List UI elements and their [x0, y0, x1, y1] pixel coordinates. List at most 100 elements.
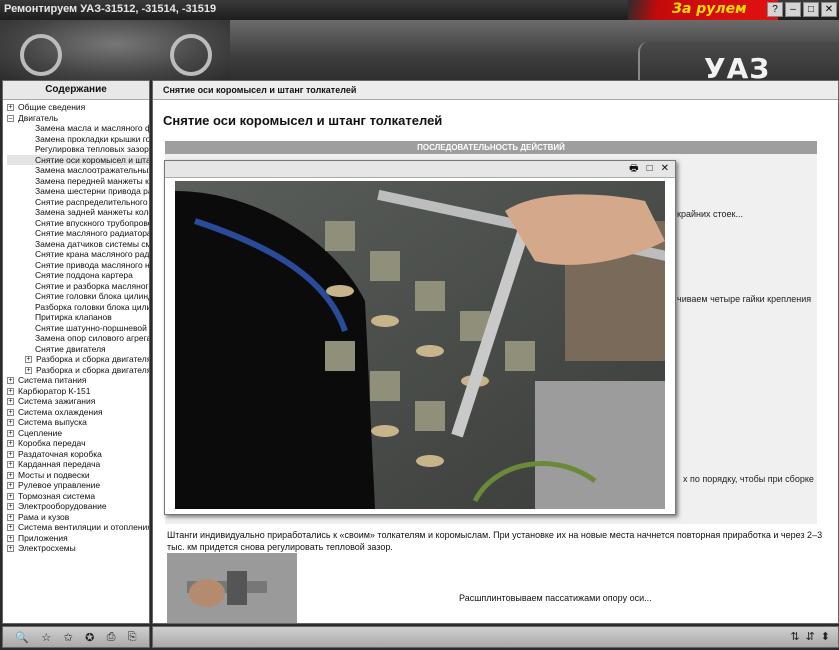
tree-item-label: Снятие и разборка масляного насоса	[35, 280, 149, 291]
scroll-up-icon[interactable]: ⇅	[790, 630, 799, 643]
tree-item-label: Замена передней манжеты коленвала	[35, 175, 149, 186]
tree-item[interactable]: – Двигатель	[7, 113, 149, 124]
step-photo-thumbnail[interactable]	[167, 553, 297, 623]
tree-item-label: Карбюратор К-151	[18, 385, 91, 396]
tree-item[interactable]: Снятие масляного радиатора	[7, 228, 149, 239]
tree-item-label: Снятие шатунно-поршневой группы	[35, 322, 149, 333]
tree-item[interactable]: Снятие головки блока цилиндров	[7, 291, 149, 302]
expand-icon[interactable]: +	[7, 534, 14, 542]
tree-item[interactable]: + Раздаточная коробка	[7, 449, 149, 460]
tree-item[interactable]: Снятие крана масляного радиатора	[7, 249, 149, 260]
right-toolbar: ⇅ ⇵ ⬍	[152, 626, 839, 648]
search-icon[interactable]: 🔍	[15, 631, 29, 644]
tree-item[interactable]: + Сцепление	[7, 428, 149, 439]
tree-item[interactable]: Замена опор силового агрегата	[7, 333, 149, 344]
tree-item[interactable]: + Разборка и сборка двигателя ЗМЗ	[7, 365, 149, 376]
expand-icon[interactable]: +	[7, 450, 14, 458]
expand-icon[interactable]: +	[7, 398, 14, 406]
tree-item[interactable]: + Приложения	[7, 533, 149, 544]
tree-item-label: Снятие оси коромысел и штанг толкателей	[35, 154, 149, 165]
expand-icon[interactable]: +	[25, 356, 32, 364]
tree-item[interactable]: Замена масла и масляного фильтра	[7, 123, 149, 134]
tree-item-label: Карданная передача	[18, 459, 101, 469]
tree-item[interactable]: Снятие оси коромысел и штанг толкателей	[7, 154, 149, 165]
minimize-button[interactable]: –	[785, 2, 801, 17]
tree-item-label: Сцепление	[18, 427, 63, 438]
tree-item[interactable]: Замена передней манжеты коленвала	[7, 176, 149, 187]
expand-icon[interactable]: +	[7, 482, 14, 490]
tree-item[interactable]: + Карбюратор К-151	[7, 386, 149, 397]
tree-item[interactable]: Замена шестерни привода распредвала	[7, 186, 149, 197]
tree-item[interactable]: + Система выпуска	[7, 417, 149, 428]
step-text-2: чиваем четыре гайки крепления	[677, 294, 812, 304]
expand-icon[interactable]: +	[7, 503, 14, 511]
tree-item[interactable]: + Карданная передача	[7, 459, 149, 470]
tree-item[interactable]: + Система питания	[7, 375, 149, 386]
expand-icon[interactable]: +	[7, 408, 14, 416]
tree-item[interactable]: + Электросхемы	[7, 543, 149, 554]
expand-icon[interactable]: +	[7, 492, 14, 500]
tree-item[interactable]: + Тормозная система	[7, 491, 149, 502]
tree-item[interactable]: + Рулевое управление	[7, 480, 149, 491]
tree-item[interactable]: Замена маслоотражательных колпачков	[7, 165, 149, 176]
tree-item[interactable]: Снятие и разборка масляного насоса	[7, 281, 149, 292]
collapse-icon[interactable]: –	[7, 114, 14, 122]
window-title: Ремонтируем УАЗ-31512, -31514, -31519	[4, 3, 217, 15]
tree-item[interactable]: Снятие шатунно-поршневой группы	[7, 323, 149, 334]
expand-icon[interactable]: +	[7, 461, 14, 469]
tree-item-label: Регулировка тепловых зазоров в	[35, 144, 149, 154]
tree-item[interactable]: Снятие впускного трубопровода и	[7, 218, 149, 229]
bookmark-icon[interactable]: ☆	[41, 631, 51, 644]
tree-item[interactable]: Замена датчиков системы смазки	[7, 239, 149, 250]
tree-item[interactable]: + Система охлаждения	[7, 407, 149, 418]
tree-item[interactable]: + Электрооборудование	[7, 501, 149, 512]
expand-icon[interactable]: +	[7, 429, 14, 437]
tree-item[interactable]: Замена задней манжеты коленвала	[7, 207, 149, 218]
tree-item[interactable]: Регулировка тепловых зазоров в	[7, 144, 149, 155]
expand-icon[interactable]: +	[7, 545, 14, 553]
tree-item[interactable]: + Система зажигания	[7, 396, 149, 407]
expand-icon[interactable]: +	[7, 419, 14, 427]
tree-item[interactable]: Разборка головки блока цилиндров	[7, 302, 149, 313]
maximize-icon[interactable]: □	[647, 163, 653, 175]
tree-item-label: Система выпуска	[18, 417, 87, 427]
tree-item[interactable]: Снятие распределительного вала	[7, 197, 149, 208]
tree-item-label: Рулевое управление	[18, 480, 101, 490]
tree-item[interactable]: + Разборка и сборка двигателя УМЗ	[7, 354, 149, 365]
tree-item-label: Снятие масляного радиатора	[35, 228, 149, 238]
expand-icon[interactable]: +	[7, 104, 14, 112]
close-icon[interactable]: ✕	[661, 163, 669, 175]
print-icon[interactable]: ⎙	[107, 631, 116, 644]
tree-item-label: Снятие крана масляного радиатора	[35, 249, 149, 259]
tree-item[interactable]: + Общие сведения	[7, 102, 149, 113]
tree-item[interactable]: + Рама и кузов	[7, 512, 149, 523]
print-icon[interactable]: 🖶	[629, 163, 638, 175]
favorites-icon[interactable]: ✪	[85, 631, 94, 644]
tree-item[interactable]: Снятие привода масляного насоса	[7, 260, 149, 271]
help-button[interactable]: ?	[767, 2, 783, 17]
tree-item[interactable]: Замена прокладки крышки головки	[7, 134, 149, 145]
tree-item[interactable]: Снятие поддона картера	[7, 270, 149, 281]
tree-item[interactable]: + Мосты и подвески	[7, 470, 149, 481]
tree-item[interactable]: Притирка клапанов	[7, 312, 149, 323]
tree-item[interactable]: Снятие двигателя	[7, 344, 149, 355]
maximize-button[interactable]: □	[803, 2, 819, 17]
expand-icon[interactable]: +	[7, 524, 14, 532]
copy-icon[interactable]: ⎘	[128, 631, 137, 644]
resize-icon[interactable]: ⬍	[821, 630, 830, 643]
expand-icon[interactable]: +	[7, 377, 14, 385]
expand-icon[interactable]: +	[25, 366, 32, 374]
brand-banner: За рулем	[628, 0, 778, 20]
expand-icon[interactable]: +	[7, 440, 14, 448]
tree-item[interactable]: + Система вентиляции и отопления	[7, 522, 149, 533]
tree-item-label: Разборка и сборка двигателя УМЗ	[36, 354, 149, 364]
scroll-down-icon[interactable]: ⇵	[806, 630, 815, 643]
tree-item-label: Замена опор силового агрегата	[35, 333, 149, 343]
header-artwork	[0, 20, 230, 80]
expand-icon[interactable]: +	[7, 513, 14, 521]
expand-icon[interactable]: +	[7, 387, 14, 395]
tree-item[interactable]: + Коробка передач	[7, 438, 149, 449]
add-bookmark-icon[interactable]: ✩	[64, 631, 73, 644]
close-button[interactable]: ✕	[821, 2, 837, 17]
expand-icon[interactable]: +	[7, 471, 14, 479]
